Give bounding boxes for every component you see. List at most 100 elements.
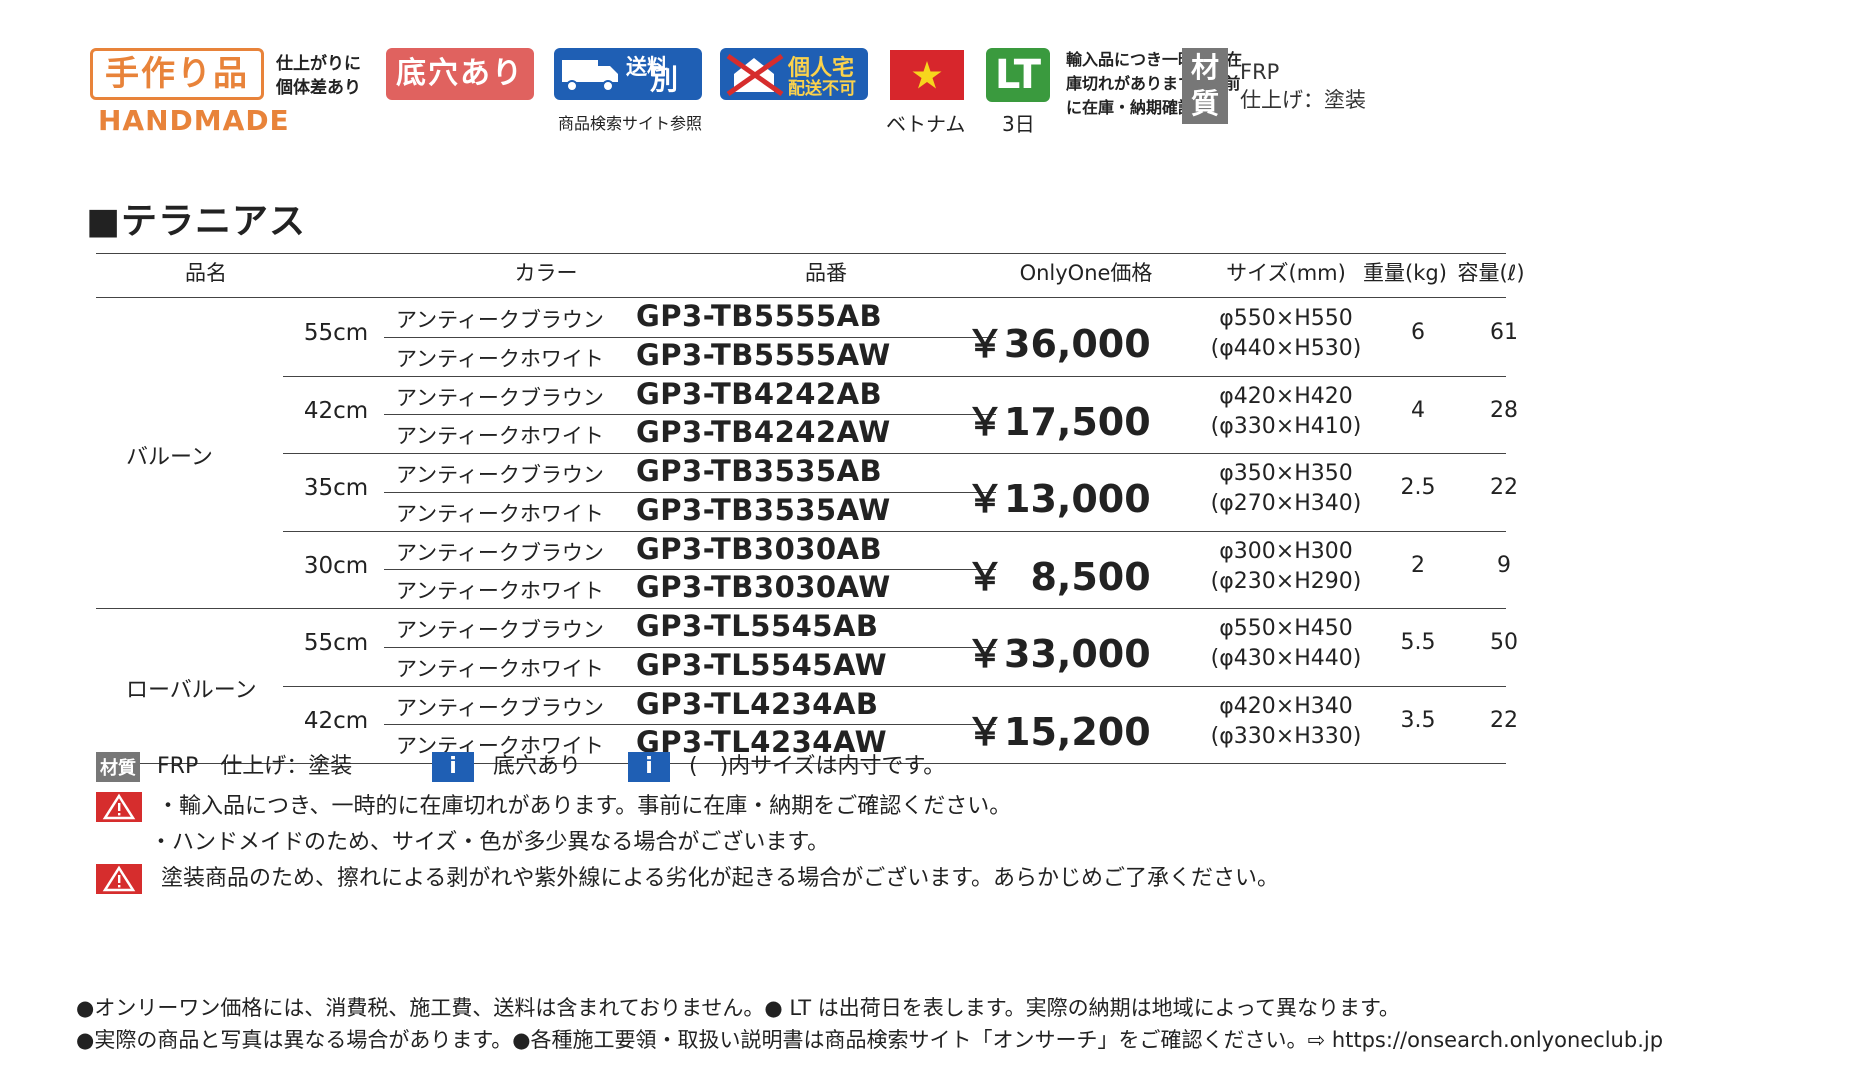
header-code: 品番 <box>805 261 847 285</box>
volume-cell: 22 <box>1490 475 1518 500</box>
header-weight: 重量(kg) <box>1363 261 1447 285</box>
material-note: 材質 FRP 仕上げ：塗装 <box>96 748 352 782</box>
size-outer: φ420×H340 <box>1219 693 1353 719</box>
color-cell: アンティークホワイト <box>396 656 604 681</box>
price-cell: ￥17,500 <box>966 399 1151 444</box>
price-cell: ￥15,200 <box>966 709 1151 754</box>
warning-note-2: 塗装商品のため、擦れによる剥がれや紫外線による劣化が起きる場合がございます。あら… <box>96 860 1279 894</box>
material-badge: 材 質 <box>1182 48 1228 124</box>
product-code: GP3-TB4242AB <box>636 376 883 411</box>
spec-table: 品名 カラー 品番 OnlyOne価格 サイズ(mm) 重量(kg) 容量(ℓ)… <box>96 253 1525 764</box>
size-inner: (φ230×H290) <box>1210 568 1362 594</box>
home-label-2: 配送不可 <box>788 79 856 99</box>
size-inner: (φ430×H440) <box>1210 646 1362 671</box>
weight-cell: 6 <box>1411 320 1425 345</box>
warning-icon <box>96 864 142 894</box>
subrow-rule <box>384 569 996 571</box>
product-code: GP3-TB3030AW <box>636 570 891 605</box>
subrow-rule <box>384 336 996 338</box>
color-cell: アンティークブラウン <box>396 308 604 332</box>
header-color: カラー <box>514 261 578 285</box>
size-outer: φ350×H350 <box>1219 461 1353 486</box>
size-cell: 42cm <box>303 707 369 734</box>
weight-cell: 2 <box>1411 552 1425 578</box>
warning-text: 塗装商品のため、擦れによる剥がれや紫外線による劣化が起きる場合がございます。あら… <box>161 866 1280 891</box>
weight-cell: 4 <box>1411 397 1425 423</box>
shipping-caption: 商品検索サイト参照 <box>558 114 703 133</box>
color-cell: アンティークブラウン <box>396 385 604 410</box>
product-code: GP3-TB4242AW <box>636 415 891 450</box>
product-code: GP3-TL5545AW <box>636 647 888 682</box>
subrow-rule <box>384 646 996 648</box>
weight-cell: 2.5 <box>1400 475 1436 500</box>
size-cell: 55cm <box>303 320 369 346</box>
size-cell: 30cm <box>303 552 369 579</box>
header-size: サイズ(mm) <box>1226 261 1346 285</box>
volume-cell: 28 <box>1490 397 1518 423</box>
vietnam-flag-icon <box>890 50 964 100</box>
group-name: ローバルーン <box>126 677 257 703</box>
price-cell: ￥13,000 <box>966 477 1151 521</box>
price-cell: ￥36,000 <box>966 322 1151 366</box>
shipping-label-2: 別途 <box>650 63 679 96</box>
price-cell: ￥ 8,500 <box>966 554 1151 599</box>
material-note-text: FRP 仕上げ：塗装 <box>157 754 353 779</box>
subrow-rule <box>384 491 996 493</box>
info-icon: i <box>628 752 670 782</box>
size-outer: φ300×H300 <box>1219 538 1353 564</box>
size-outer: φ550×H550 <box>1219 306 1353 331</box>
product-code: GP3-TB3535AW <box>636 492 891 527</box>
size-inner: (φ270×H340) <box>1210 491 1362 516</box>
shipping-badge: 送料 別途 <box>554 48 702 100</box>
handmade-note-line: 仕上がりに <box>276 54 361 74</box>
size-cell: 42cm <box>303 397 369 424</box>
size-inner: (φ440×H530) <box>1210 336 1362 361</box>
material-text-line: 仕上げ：塗装 <box>1240 88 1366 112</box>
no-home-delivery-badge: 個人宅 配送不可 <box>720 48 868 100</box>
color-cell: アンティークブラウン <box>396 463 604 487</box>
table-header-rule <box>96 297 1506 298</box>
header-name: 品名 <box>185 261 227 285</box>
volume-cell: 22 <box>1490 707 1518 733</box>
subrow-rule <box>384 414 996 416</box>
color-cell: アンティークホワイト <box>396 424 604 449</box>
inner-size-note-text: ( )内サイズは内寸です。 <box>689 754 946 779</box>
subrow-rule <box>384 724 996 726</box>
drain-hole-badge: 底穴あり <box>386 48 534 100</box>
material-text: FRP 仕上げ：塗装 <box>1240 58 1366 114</box>
row-rule <box>283 453 1506 454</box>
header-volume: 容量(ℓ) <box>1457 261 1525 285</box>
handmade-note: 仕上がりに 個体差あり <box>276 52 361 100</box>
truck-icon <box>562 60 618 92</box>
warning-note-1: ・輸入品につき、一時的に在庫切れがあります。事前に在庫・納期をご確認ください。 <box>96 788 1011 822</box>
color-cell: アンティークブラウン <box>396 695 604 720</box>
info-icon: i <box>432 752 474 782</box>
material-text-line: FRP <box>1240 60 1280 84</box>
volume-cell: 61 <box>1490 320 1518 345</box>
product-code: GP3-TL4234AB <box>636 686 879 721</box>
badge-row: 手作り品 HANDMADE 仕上がりに 個体差あり 底穴あり 送料 別途 商品検… <box>90 48 1510 148</box>
handmade-en-label: HANDMADE <box>98 104 290 137</box>
price-cell: ￥33,000 <box>966 632 1151 676</box>
warning-icon <box>96 792 142 822</box>
warning-note-1b: ・ハンドメイドのため、サイズ・色が多少異なる場合がございます。 <box>150 830 830 855</box>
material-tag: 材質 <box>96 752 140 782</box>
row-rule <box>283 375 1506 377</box>
handmade-badge: 手作り品 <box>90 48 264 100</box>
product-code: GP3-TB3535AB <box>636 454 883 488</box>
size-inner: (φ330×H330) <box>1210 723 1362 749</box>
size-cell: 55cm <box>303 630 369 656</box>
group-name: バルーン <box>126 445 213 470</box>
product-code: GP3-TB5555AB <box>636 299 883 333</box>
no-house-icon <box>726 53 784 96</box>
row-rule <box>283 530 1506 532</box>
table-top-rule <box>96 253 1506 254</box>
inner-size-note: i ( )内サイズは内寸です。 <box>628 748 945 782</box>
volume-cell: 50 <box>1490 630 1518 655</box>
color-cell: アンティークホワイト <box>396 346 604 371</box>
material-char: 材 <box>1190 51 1219 84</box>
product-code: GP3-TB5555AW <box>636 337 891 372</box>
row-rule <box>283 685 1506 687</box>
lead-time-badge: LT <box>986 48 1050 102</box>
product-heading: ■テラニアス <box>86 201 307 242</box>
